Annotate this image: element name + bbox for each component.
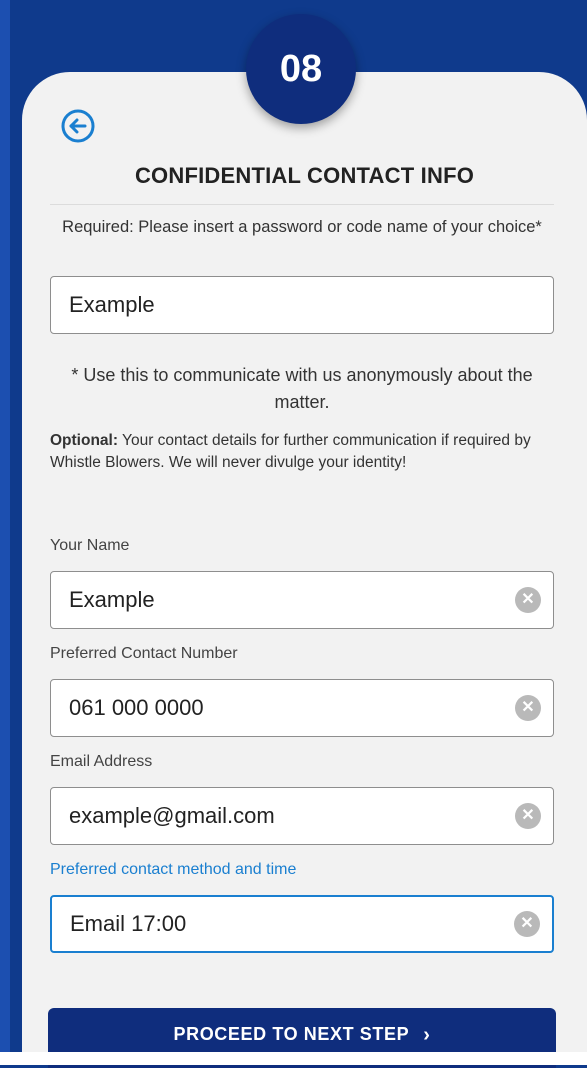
email-value: example@gmail.com: [69, 803, 275, 828]
name-value: Example: [69, 587, 155, 612]
bottom-strip: [0, 1052, 587, 1065]
clear-glyph: ✕: [521, 591, 535, 608]
clear-name-icon[interactable]: ✕: [515, 587, 541, 613]
clear-contact-method-icon[interactable]: ✕: [514, 911, 540, 937]
email-label: Email Address: [50, 753, 153, 770]
contact-method-field[interactable]: Email 17:00 ✕: [50, 895, 554, 953]
name-field[interactable]: Example ✕: [50, 571, 554, 629]
anonymous-note: * Use this to communicate with us anonym…: [71, 365, 533, 412]
clear-glyph: ✕: [520, 915, 534, 932]
contact-method-value: Email 17:00: [70, 911, 187, 936]
contact-method-label: Preferred contact method and time: [50, 861, 297, 878]
divider: [50, 204, 554, 205]
step-badge: 08: [246, 14, 356, 124]
clear-phone-icon[interactable]: ✕: [515, 695, 541, 721]
optional-prefix: Optional:: [50, 432, 119, 449]
optional-text: Your contact details for further communi…: [50, 432, 531, 471]
page-title: CONFIDENTIAL CONTACT INFO: [134, 163, 475, 188]
optional-info: Optional: Your contact details for furth…: [50, 430, 554, 474]
background-edge: [0, 0, 10, 1065]
phone-field[interactable]: 061 000 0000 ✕: [50, 679, 554, 737]
phone-label: Preferred Contact Number: [50, 645, 238, 662]
clear-email-icon[interactable]: ✕: [515, 803, 541, 829]
phone-value: 061 000 0000: [69, 695, 204, 720]
required-instructions: Required: Please insert a password or co…: [62, 218, 542, 236]
clear-glyph: ✕: [521, 699, 535, 716]
code-name-field[interactable]: Example: [50, 276, 554, 334]
clear-glyph: ✕: [521, 807, 535, 824]
email-field[interactable]: example@gmail.com ✕: [50, 787, 554, 845]
back-arrow-icon[interactable]: [60, 108, 96, 144]
code-name-value: Example: [69, 292, 155, 317]
name-label: Your Name: [50, 537, 130, 554]
